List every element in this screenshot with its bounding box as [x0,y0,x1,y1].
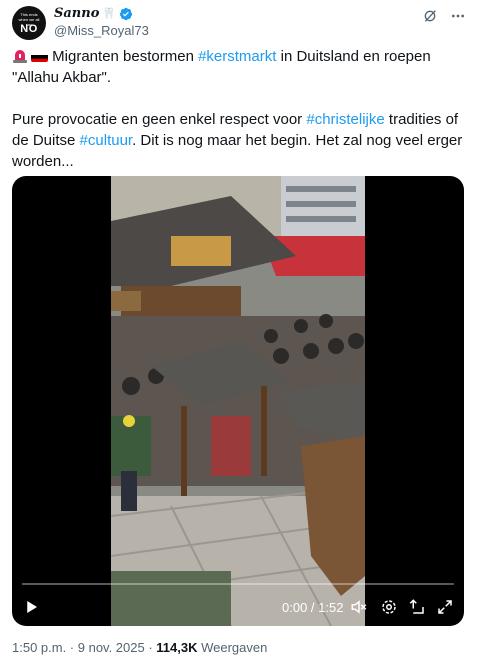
hashtag-christelijke-link[interactable]: #christelijke [306,111,384,128]
hashtag-kerstmarkt-link[interactable]: #kerstmarkt [198,48,276,65]
video-frame[interactable] [111,176,365,626]
avatar-big-text: NO [20,23,38,35]
video-time: 0:00 / 1:52 [282,600,344,615]
tweet-text-segment: Pure provocatie en geen enkel respect vo… [12,111,307,128]
video-progress-bar[interactable] [22,583,454,585]
siren-icon [13,50,27,63]
tweet-paragraph-2: Pure provocatie en geen enkel respect vo… [12,109,464,172]
video-controls: 0:00 / 1:52 [12,594,464,622]
settings-gear-icon[interactable] [380,598,398,619]
tweet-text: Migranten bestormen #kerstmarkt in Duits… [12,46,464,172]
view-count: 114,3K [156,640,198,655]
play-icon[interactable] [22,598,40,619]
grok-icon[interactable] [422,8,438,24]
video-player[interactable]: 0:00 / 1:52 [12,176,464,626]
tweet-meta: 1:50 p.m. · 9 nov. 2025 · 114,3K Weergav… [12,640,267,655]
verified-badge-icon[interactable] [119,7,133,21]
tweet-paragraph-1: Migranten bestormen #kerstmarkt in Duits… [12,46,464,88]
views-label: Weergaven [197,640,268,655]
tweet-text-segment: Migranten bestormen [52,48,199,65]
tweet-header: This ends when we all say NO Sanno 🦷 @Mi… [12,6,466,40]
germany-flag-icon [31,51,48,62]
avatar[interactable]: This ends when we all say NO [12,6,46,40]
hashtag-cultuur-link[interactable]: #cultuur [80,132,133,149]
tweet-timestamp[interactable]: 1:50 p.m. · 9 nov. 2025 · [12,640,156,655]
display-name[interactable]: Sanno [54,6,99,22]
volume-icon[interactable] [350,598,368,619]
more-options-icon[interactable] [450,8,466,24]
user-handle[interactable]: @Miss_Royal73 [54,23,149,39]
tooth-icon: 🦷 [102,7,117,20]
share-out-icon[interactable] [408,598,426,619]
fullscreen-icon[interactable] [436,598,454,619]
